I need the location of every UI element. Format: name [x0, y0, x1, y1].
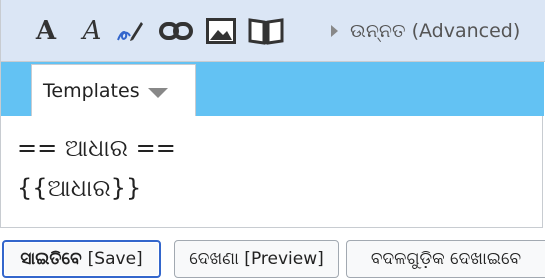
bold-button[interactable]: A [31, 14, 61, 48]
toolbar-tab-row: Templates [1, 62, 544, 116]
book-icon [248, 18, 284, 45]
chevron-down-icon [147, 87, 168, 98]
preview-button[interactable]: ଦେଖଣା [Preview] [174, 240, 339, 278]
image-button[interactable] [205, 14, 237, 48]
save-button-label-english: [Save] [87, 249, 143, 269]
image-icon [206, 18, 236, 44]
link-icon [159, 22, 193, 40]
italic-button[interactable]: A [79, 14, 105, 48]
triangle-right-icon [331, 25, 338, 37]
signature-icon [117, 22, 143, 41]
templates-dropdown[interactable]: Templates [31, 64, 196, 116]
show-changes-button-label: ବଦଳଗୁଡ଼ିକ ଦେଖାଇବେ [370, 249, 522, 269]
editor-toolbar: A A ଉନ୍ନତ (Advanced) [1, 0, 545, 62]
save-button-label-odia: ସାଇତିବେ [20, 249, 82, 269]
edit-actions: ସାଇତିବେ [Save] ଦେଖଣା [Preview] ବଦଳଗୁଡ଼ିକ… [0, 240, 545, 280]
wikitext-editor: A A ଉନ୍ନତ (Advanced) Templates == ଆଧାର =… [0, 0, 545, 228]
preview-button-label: ଦେଖଣା [Preview] [189, 249, 324, 269]
book-button[interactable] [248, 14, 284, 48]
templates-label: Templates [43, 79, 140, 102]
advanced-toggle[interactable]: ଉନ୍ନତ (Advanced) [331, 16, 520, 46]
save-button[interactable]: ସାଇତିବେ [Save] [2, 240, 161, 278]
show-changes-button[interactable]: ବଦଳଗୁଡ଼ିକ ଦେଖାଇବେ [346, 240, 545, 278]
link-button[interactable] [159, 14, 193, 48]
wikitext-textarea[interactable]: == ଆଧାର == {{ଆଧାର}} [1, 116, 542, 226]
signature-button[interactable] [115, 14, 145, 48]
advanced-label: ଉନ୍ନତ (Advanced) [350, 20, 521, 42]
